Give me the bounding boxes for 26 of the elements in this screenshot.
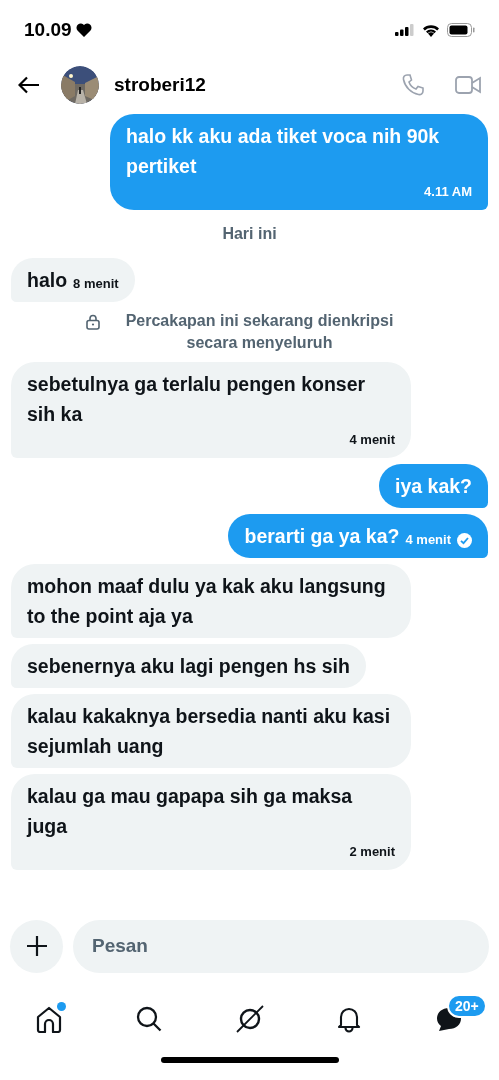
message-time: 4 menit	[349, 432, 395, 448]
message-time: 8 menit	[73, 276, 119, 292]
message-text: kalau ga mau gapapa sih ga maksa juga	[27, 784, 354, 839]
status-time: 10.09	[24, 17, 72, 42]
unread-badge: 20+	[447, 994, 487, 1018]
message-text: kalau kakaknya bersedia nanti aku kasi sejumlah uang	[27, 704, 392, 759]
message-text: iya kak?	[395, 474, 472, 499]
message-text: halo	[27, 268, 68, 293]
message-bubble[interactable]: kalau kakaknya bersedia nanti aku kasi sejumlah uang	[11, 694, 411, 768]
message-text: sebenernya aku lagi pengen hs sih	[27, 654, 350, 679]
message-bubble[interactable]: sebetulnya ga terlalu pengen konser sih ka 4 menit	[11, 362, 411, 458]
message-bubble[interactable]: kalau ga mau gapapa sih ga maksa juga 2 menit	[11, 774, 411, 870]
message-text: halo kk aku ada tiket voca nih 90k pertiket	[126, 124, 441, 179]
message-text: berarti ga ya ka?	[244, 524, 400, 549]
message-time: 4 menit	[405, 532, 451, 548]
date-divider: Hari ini	[222, 224, 277, 244]
encryption-notice: Percakapan ini sekarang dienkripsi secara menyeluruh	[124, 311, 395, 353]
message-bubble[interactable]: sebenernya aku lagi pengen hs sih	[11, 644, 366, 688]
message-bubble[interactable]: mohon maaf dulu ya kak aku langsung to the point aja ya	[11, 564, 411, 638]
message-time: 4.11 AM	[424, 184, 472, 200]
message-text: mohon maaf dulu ya kak aku langsung to the point aja ya	[27, 574, 387, 629]
message-bubble[interactable]: halo 8 menit	[11, 258, 135, 302]
message-time: 2 menit	[349, 844, 395, 860]
contact-name[interactable]: stroberi12	[114, 70, 206, 100]
message-field[interactable]: Pesan	[73, 919, 489, 973]
message-text: sebetulnya ga terlalu pengen konser sih ka	[27, 372, 367, 427]
